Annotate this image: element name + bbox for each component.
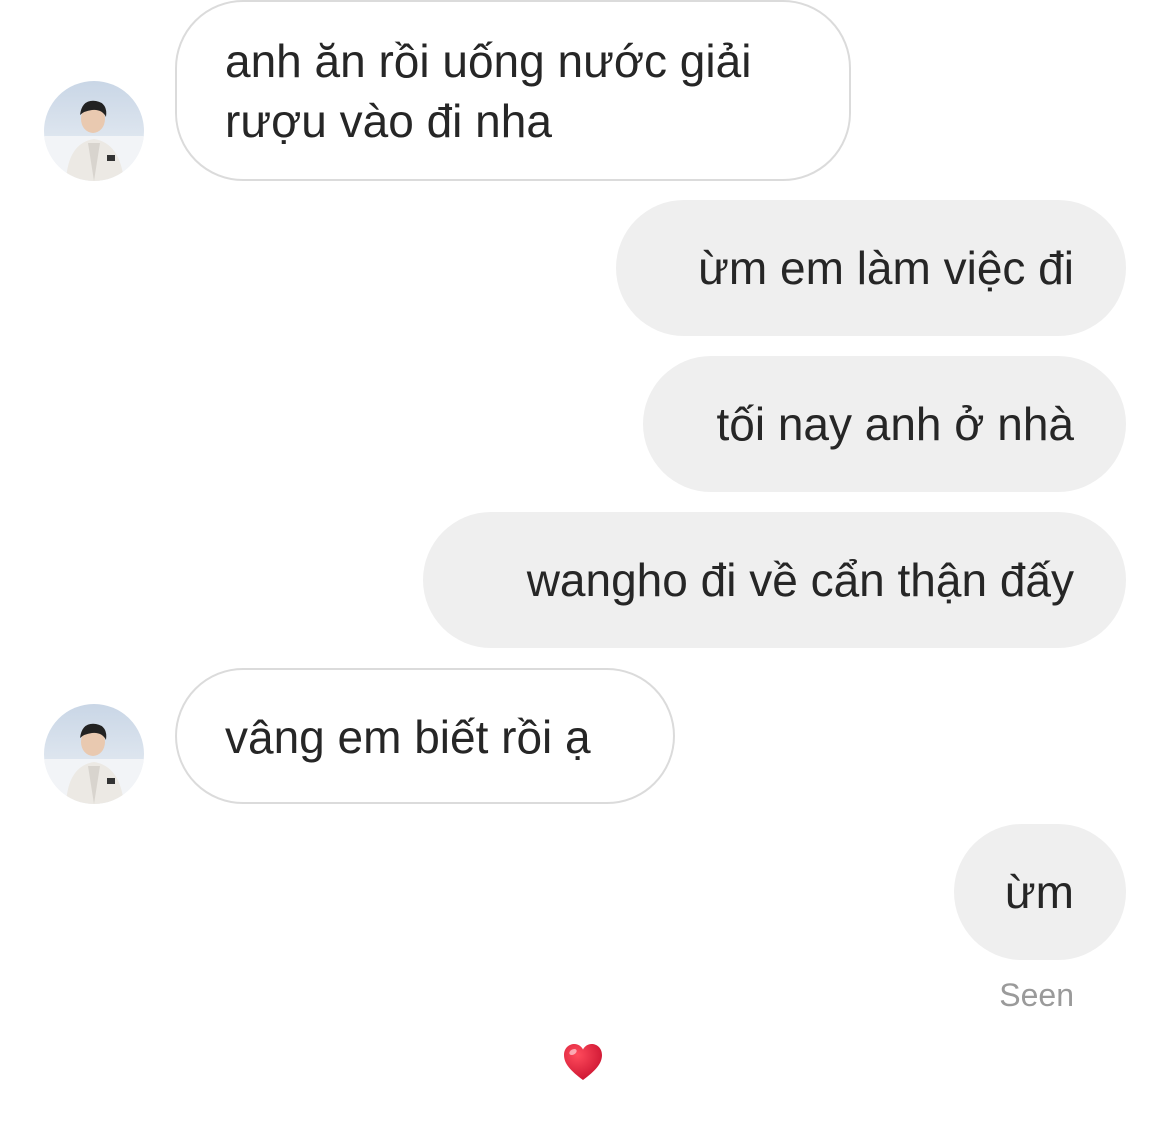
outgoing-message-bubble[interactable]: tối nay anh ở nhà [643, 356, 1126, 492]
heart-shape [564, 1044, 602, 1080]
outgoing-message-bubble[interactable]: ừm [954, 824, 1126, 960]
outgoing-message-bubble[interactable]: ừm em làm việc đi [616, 200, 1126, 336]
message-text: ừm em làm việc đi [698, 242, 1074, 294]
contact-avatar[interactable] [44, 704, 144, 804]
message-text-line: rượu vào đi nha [225, 95, 552, 147]
seen-status: Seen [999, 977, 1074, 1013]
message-text: ừm [1004, 866, 1074, 918]
message-text: vâng em biết rồi ạ [225, 711, 591, 763]
message-text-line: anh ăn rồi uống nước giải [225, 35, 752, 87]
red-heart-icon[interactable] [561, 1040, 605, 1084]
avatar-photo [44, 81, 144, 181]
incoming-message-bubble[interactable]: vâng em biết rồi ạ [175, 668, 675, 804]
avatar-photo [44, 704, 144, 804]
contact-avatar[interactable] [44, 81, 144, 181]
message-text: tối nay anh ở nhà [716, 398, 1074, 450]
incoming-message-bubble[interactable]: anh ăn rồi uống nước giải rượu vào đi nh… [175, 0, 851, 181]
outgoing-message-bubble[interactable]: wangho đi về cẩn thận đấy [423, 512, 1126, 648]
message-text: wangho đi về cẩn thận đấy [526, 554, 1074, 606]
